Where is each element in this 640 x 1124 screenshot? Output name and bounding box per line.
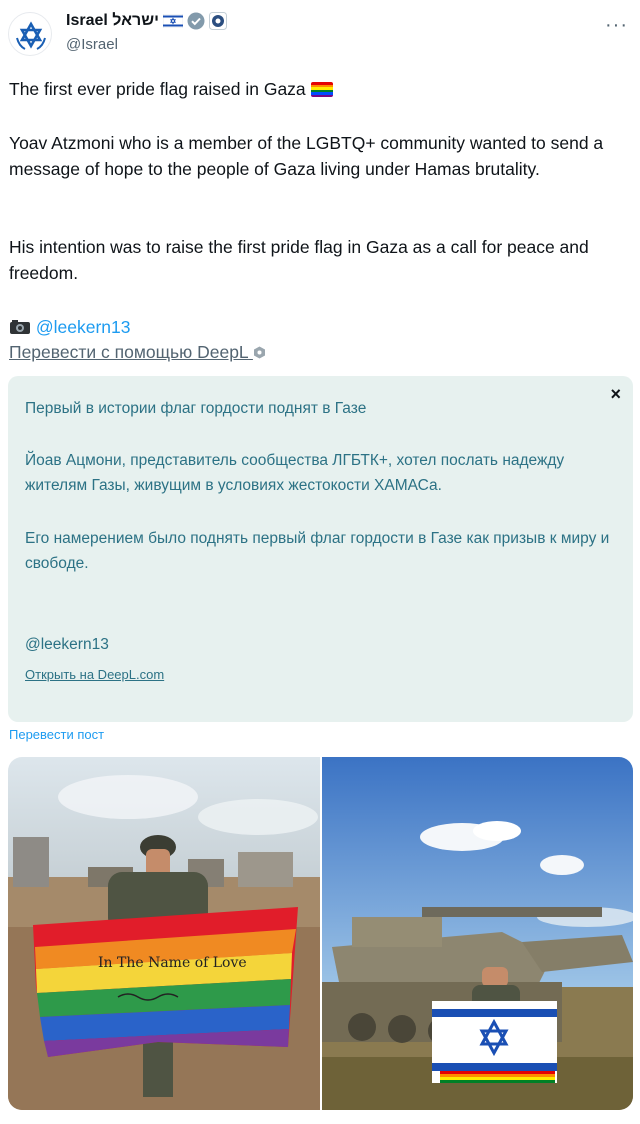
more-options-icon[interactable]: ··· [605, 14, 628, 37]
avatar[interactable] [8, 12, 52, 56]
government-affiliation-icon[interactable] [208, 12, 227, 30]
photo-pride-flag[interactable]: In The Name of Love [8, 757, 320, 1110]
deepl-logo-icon [253, 346, 265, 359]
author-name-row: Israel ישראל [66, 12, 227, 30]
tweet-paragraph-3: His intention was to raise the first pri… [9, 237, 589, 283]
tweet-paragraph-2: Yoav Atzmoni who is a member of the LGBT… [9, 133, 604, 179]
translation-credit: @leekern13 [25, 636, 109, 653]
verified-badge-icon[interactable] [187, 12, 205, 30]
author-name[interactable]: Israel ישראל [66, 12, 159, 30]
translate-deepl-link[interactable]: Перевести с помощью DeepL [9, 342, 266, 363]
credit-mention-link[interactable]: @leekern13 [36, 317, 131, 337]
translate-deepl-label: Перевести с помощью DeepL [9, 342, 249, 362]
israeli-flag-photo-illustration [322, 757, 633, 1110]
translation-line1: Первый в истории флаг гордости поднят в … [25, 400, 367, 417]
translation-paragraph-2: Йоав Ацмони, представитель сообщества ЛГ… [25, 452, 565, 494]
translation-paragraph-3: Его намерением было поднять первый флаг … [25, 530, 610, 572]
flag-handwriting: In The Name of Love [98, 955, 247, 971]
camera-icon [10, 320, 30, 334]
translate-post-link[interactable]: Перевести пост [9, 727, 104, 742]
open-deepl-link[interactable]: Открыть на DeepL.com [25, 667, 164, 682]
star-of-david-icon [16, 21, 46, 50]
israel-flag-icon [162, 14, 183, 28]
author-handle[interactable]: @Israel [66, 36, 118, 53]
photo-israeli-flag[interactable] [322, 757, 633, 1110]
translation-panel: × Первый в истории флаг гордости поднят … [8, 376, 633, 722]
rainbow-flag-icon [310, 82, 333, 97]
tweet-line1: The first ever pride flag raised in Gaza [9, 79, 306, 99]
pride-flag-photo-illustration: In The Name of Love [8, 757, 320, 1110]
